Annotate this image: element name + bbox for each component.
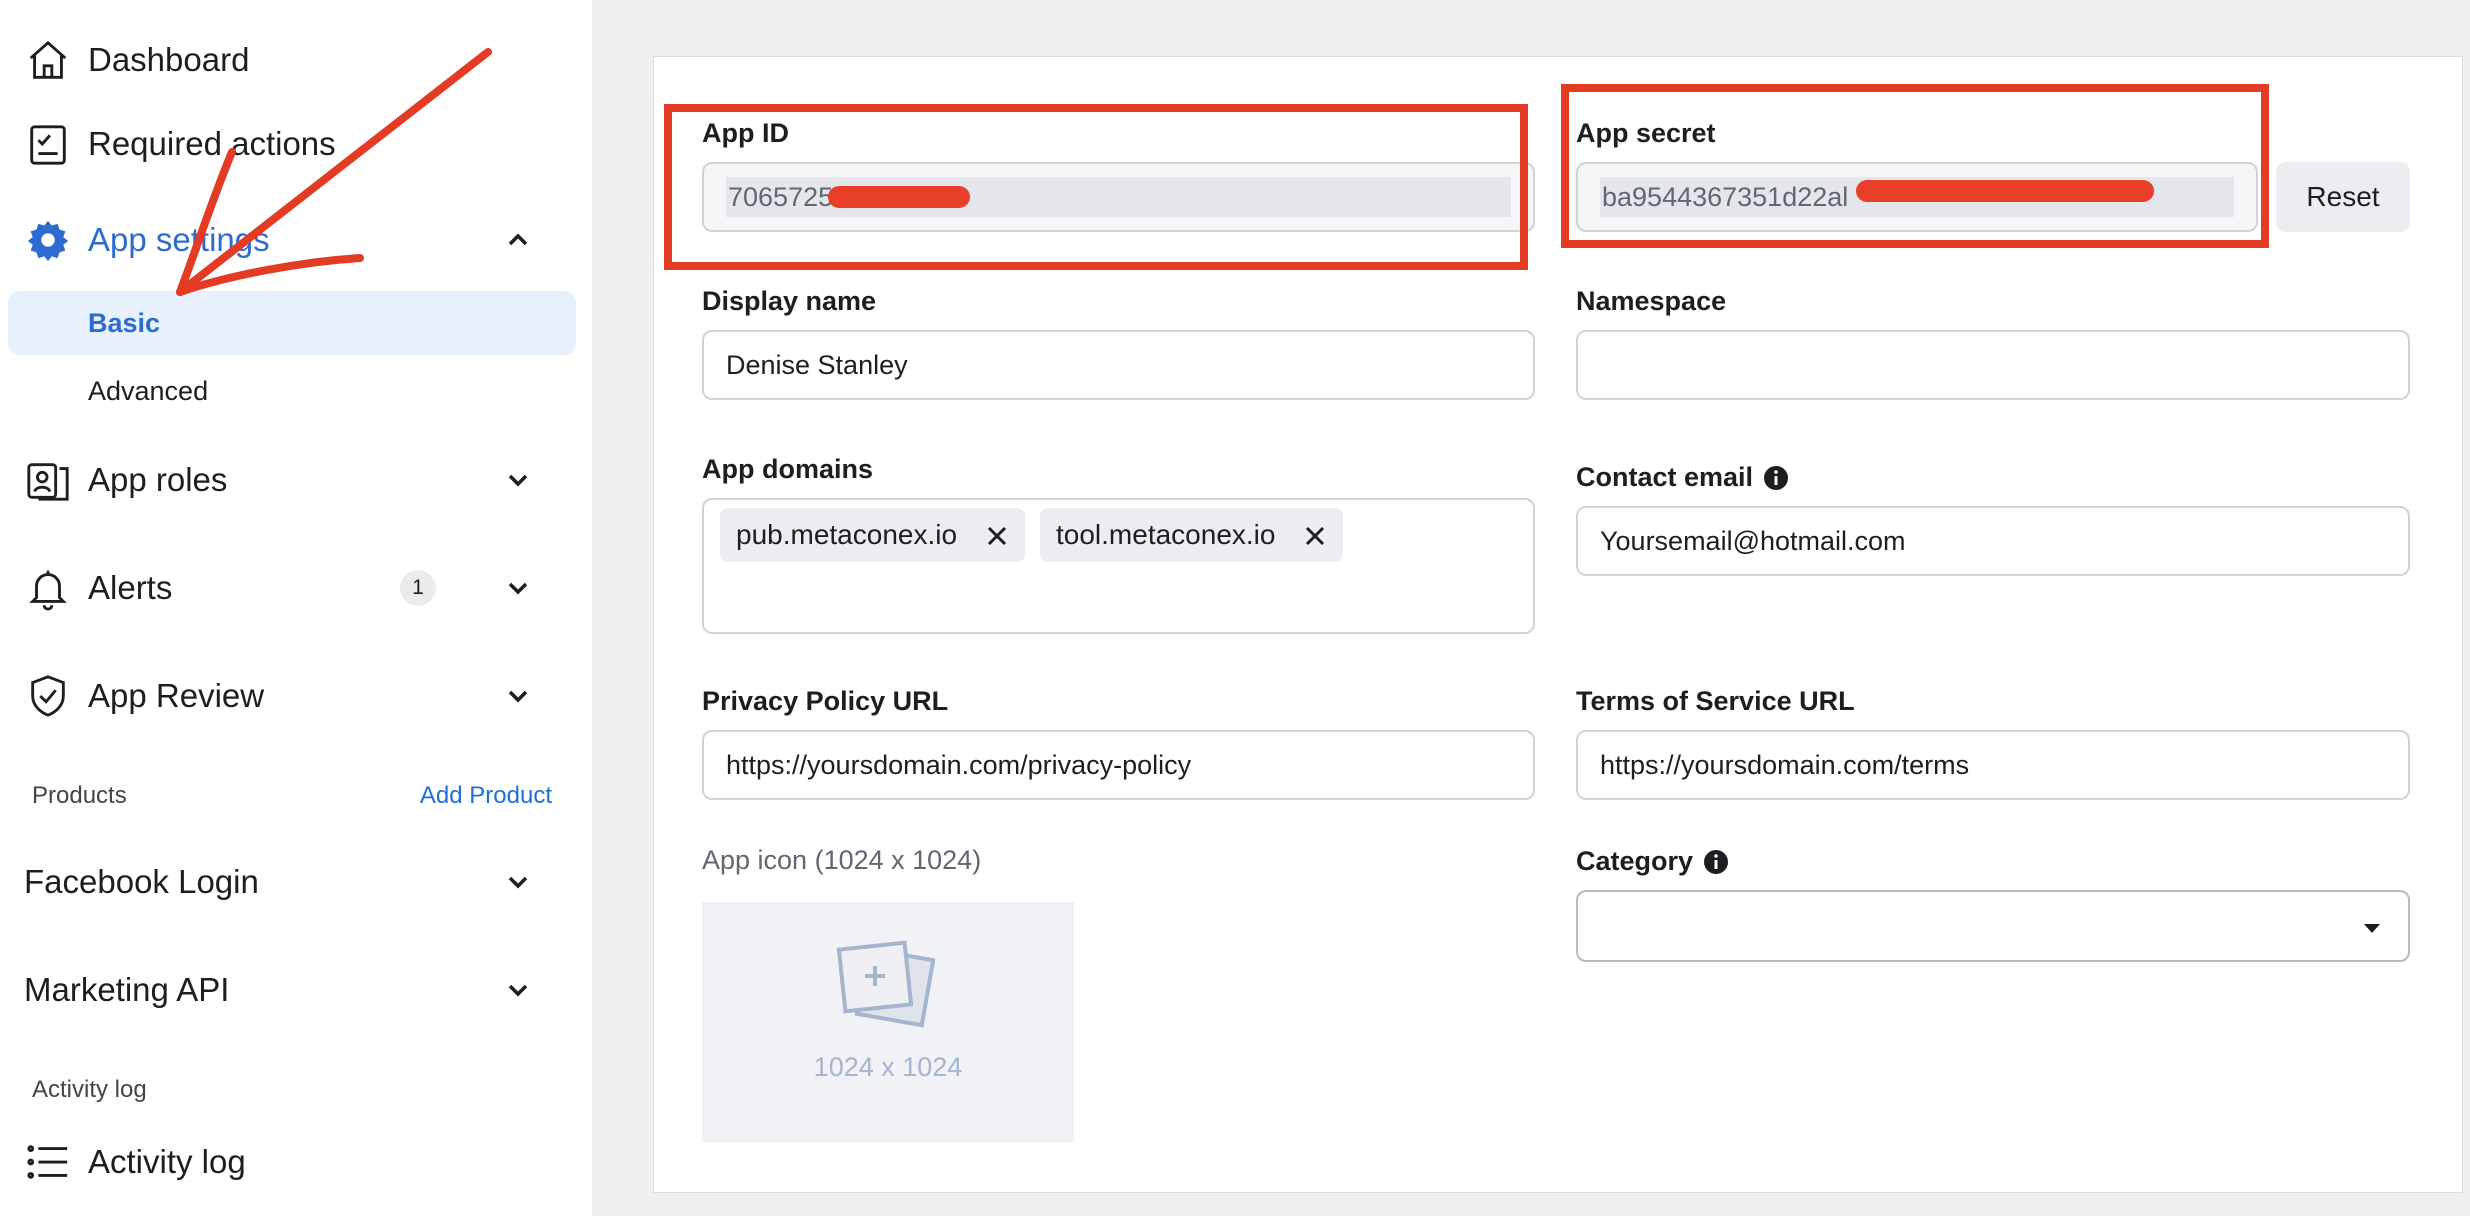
nav-required-actions[interactable]: Required actions: [24, 108, 564, 180]
sidebar-item-advanced[interactable]: Advanced: [8, 359, 576, 423]
close-icon[interactable]: [1303, 523, 1327, 547]
app-domains-label: App domains: [702, 454, 874, 484]
display-name-input[interactable]: Denise Stanley: [702, 330, 1535, 400]
terms-of-service-input[interactable]: https://yoursdomain.com/terms: [1576, 730, 2410, 800]
chevron-up-icon[interactable]: [502, 224, 534, 256]
privacy-policy-input[interactable]: https://yoursdomain.com/privacy-policy: [702, 730, 1535, 800]
gear-icon: [24, 216, 72, 264]
nav-app-review-label: App Review: [88, 677, 265, 714]
domain-chip: pub.metaconex.io: [720, 508, 1026, 562]
sidebar: Dashboard Required actions App settings …: [0, 0, 592, 1216]
info-icon[interactable]: [1763, 465, 1789, 491]
nav-facebook-login[interactable]: Facebook Login: [24, 846, 564, 918]
nav-marketing-api-label: Marketing API: [24, 971, 230, 1008]
app-icon-size-hint: 1024 x 1024: [813, 1052, 963, 1082]
close-icon[interactable]: [985, 523, 1009, 547]
info-icon[interactable]: [1703, 849, 1729, 875]
nav-app-roles[interactable]: App roles: [24, 444, 564, 516]
products-section-label: Products: [32, 782, 127, 809]
checklist-icon: [24, 120, 72, 168]
contact-email-input[interactable]: Yoursemail@hotmail.com: [1576, 506, 2410, 576]
nav-app-review[interactable]: App Review: [24, 660, 564, 732]
sidebar-item-basic-label: Basic: [88, 307, 161, 338]
annotation-box-app-secret: [1561, 84, 2269, 248]
namespace-input[interactable]: [1576, 330, 2410, 400]
category-label-text: Category: [1576, 846, 1694, 876]
nav-activity-log[interactable]: Activity log: [24, 1126, 564, 1198]
nav-alerts[interactable]: Alerts 1: [24, 552, 564, 624]
namespace-label: Namespace: [1576, 286, 1727, 316]
sidebar-item-basic[interactable]: Basic: [8, 291, 576, 355]
nav-dashboard[interactable]: Dashboard: [24, 24, 564, 96]
domain-chip-label: tool.metaconex.io: [1056, 519, 1276, 550]
nav-required-actions-label: Required actions: [88, 125, 336, 162]
contact-email-label-text: Contact email: [1576, 462, 1754, 492]
nav-dashboard-label: Dashboard: [88, 41, 250, 78]
chevron-down-icon[interactable]: [502, 680, 534, 712]
contact-email-label: Contact email: [1576, 462, 1789, 493]
chevron-down-icon[interactable]: [502, 572, 534, 604]
sidebar-item-advanced-label: Advanced: [88, 375, 209, 406]
nav-app-settings-label: App settings: [88, 221, 270, 258]
category-select[interactable]: [1576, 890, 2410, 962]
reset-secret-button[interactable]: Reset: [2276, 162, 2410, 232]
add-product-link[interactable]: Add Product: [420, 782, 552, 810]
display-name-label: Display name: [702, 286, 877, 316]
category-label: Category: [1576, 846, 1729, 877]
image-add-icon: [836, 940, 936, 1028]
chevron-down-icon[interactable]: [502, 866, 534, 898]
chevron-down-icon[interactable]: [502, 974, 534, 1006]
terms-of-service-label: Terms of Service URL: [1576, 686, 1855, 716]
domain-chip-label: pub.metaconex.io: [736, 519, 958, 550]
nav-marketing-api[interactable]: Marketing API: [24, 954, 564, 1026]
app-icon-upload[interactable]: 1024 x 1024: [702, 902, 1074, 1142]
caret-down-icon: [2364, 924, 2380, 933]
nav-activity-log-label: Activity log: [88, 1143, 246, 1180]
chevron-down-icon[interactable]: [502, 464, 534, 496]
alerts-count-badge: 1: [400, 570, 436, 606]
nav-alerts-label: Alerts: [88, 569, 173, 606]
activity-log-section-label: Activity log: [32, 1076, 147, 1103]
app-icon-label: App icon (1024 x 1024): [702, 845, 982, 875]
nav-app-roles-label: App roles: [88, 461, 228, 498]
annotation-box-app-id: [664, 104, 1528, 270]
privacy-policy-label: Privacy Policy URL: [702, 686, 949, 716]
nav-app-settings[interactable]: App settings: [24, 204, 564, 276]
domain-chip: tool.metaconex.io: [1040, 508, 1344, 562]
app-domains-input[interactable]: pub.metaconex.io tool.metaconex.io: [702, 498, 1535, 634]
list-icon: [24, 1138, 72, 1186]
bell-icon: [24, 564, 72, 612]
nav-facebook-login-label: Facebook Login: [24, 863, 259, 900]
shield-check-icon: [24, 672, 72, 720]
badge-icon: [24, 456, 72, 504]
home-icon: [24, 36, 72, 84]
